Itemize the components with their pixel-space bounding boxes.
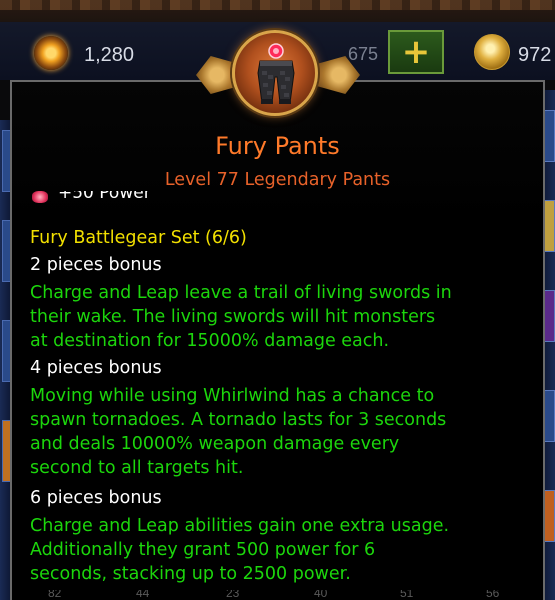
bonus-description-line: Additionally they grant 500 power for 6 (30, 540, 376, 560)
bonus-description-line: spawn tornadoes. A tornado lasts for 3 s… (30, 410, 447, 430)
bonus-label: 2 pieces bonus (30, 255, 162, 275)
footer-number: 51 (400, 590, 414, 600)
ruby-gem-icon (32, 191, 48, 203)
gold-coin-icon (474, 34, 510, 70)
bonus-description-line: their wake. The living swords will hit m… (30, 307, 436, 327)
footer-number: 44 (136, 590, 150, 600)
gem-currency-icon (34, 36, 68, 70)
gem-count: 1,280 (84, 44, 135, 66)
bonus-description-line: Charge and Leap abilities gain one extra… (30, 516, 450, 536)
bonus-label: 4 pieces bonus (30, 358, 162, 378)
set-title: Fury Battlegear Set (6/6) (30, 228, 247, 248)
item-portrait[interactable] (232, 30, 318, 116)
footer-stats-row: 82 44 23 40 51 56 (0, 590, 555, 600)
bonus-description-line: and deals 10000% weapon damage every (30, 434, 400, 454)
gold-count: 972 (518, 44, 552, 66)
pants-icon (257, 43, 295, 104)
footer-number: 40 (314, 590, 328, 600)
bonus-description-line: at destination for 15000% damage each. (30, 331, 390, 351)
item-level-rarity: Level 77 Legendary Pants (164, 170, 391, 190)
bonus-label: 6 pieces bonus (30, 488, 162, 508)
footer-number: 82 (48, 590, 62, 600)
plus-icon: + (401, 32, 431, 72)
add-currency-button[interactable]: + (388, 30, 444, 74)
item-stat-line: +50 Power (30, 191, 230, 205)
bonus-description-line: second to all targets hit. (30, 458, 244, 478)
footer-number: 23 (226, 590, 240, 600)
bonus-description-line: Moving while using Whirlwind has a chanc… (30, 386, 435, 406)
item-name: Fury Pants (215, 132, 340, 160)
scene-border-decoration (0, 0, 555, 10)
bonus-description-line: seconds, stacking up to 2500 power. (30, 564, 351, 584)
stat-text: +50 Power (58, 191, 151, 203)
footer-number: 56 (486, 590, 500, 600)
bonus-description-line: Charge and Leap leave a trail of living … (30, 283, 452, 303)
